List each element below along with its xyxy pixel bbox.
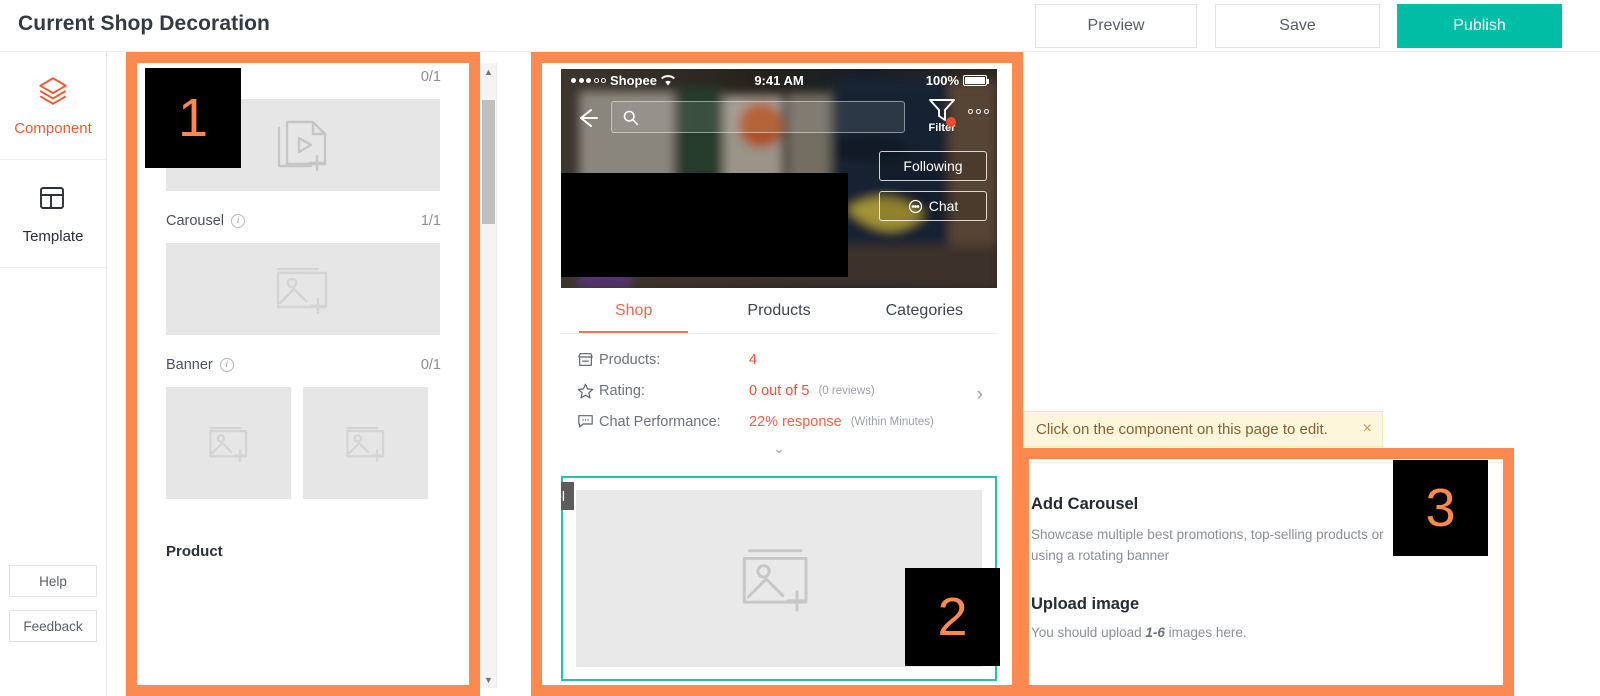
- battery-icon: [963, 74, 989, 86]
- close-icon[interactable]: ×: [1363, 421, 1372, 437]
- layout-icon: [36, 182, 70, 216]
- tooltip-text: Click on the component on this page to e…: [1036, 420, 1328, 438]
- shop-hero: Shopee 9:41 AM 100% Filter Following Cha…: [561, 69, 997, 288]
- rail-item-template[interactable]: Template: [0, 160, 106, 268]
- component-panel-scrollbar[interactable]: ▲ ▼: [478, 63, 497, 688]
- filter-badge: [946, 117, 956, 127]
- stat-label: Chat Performance:: [599, 413, 721, 430]
- info-icon[interactable]: i: [219, 358, 234, 372]
- stat-label: Rating:: [599, 382, 645, 399]
- rail-item-component[interactable]: Component: [0, 52, 106, 160]
- scrollbar-thumb[interactable]: [482, 100, 495, 224]
- component-section-count: 1/1: [420, 213, 441, 229]
- shop-decoration-app: Current Shop Decoration Preview Save Pub…: [0, 0, 1600, 696]
- upload-hint-prefix: You should upload: [1031, 624, 1146, 640]
- star-icon: [577, 383, 599, 399]
- top-bar: Current Shop Decoration Preview Save Pub…: [0, 0, 1600, 52]
- upload-hint-suffix: images here.: [1164, 624, 1247, 640]
- chat-button[interactable]: Chat: [879, 191, 987, 221]
- add-video-icon: [277, 120, 327, 172]
- page-title: Current Shop Decoration: [18, 12, 270, 35]
- chat-icon: [908, 199, 922, 213]
- search-input[interactable]: [611, 101, 905, 133]
- tab-products[interactable]: Products: [706, 288, 851, 333]
- component-section-name: Banner i: [166, 357, 234, 373]
- shop-stats: Products: 4 Rating: 0 out of 5 (0 review…: [561, 334, 997, 468]
- save-button[interactable]: Save: [1215, 4, 1380, 48]
- selected-component-tag: Carousel: [561, 482, 575, 510]
- shop-tabs: Shop Products Categories: [561, 288, 997, 334]
- component-section-count: 0/1: [420, 69, 441, 85]
- rail-item-label: Component: [14, 120, 92, 137]
- component-section-count: 0/1: [420, 357, 441, 373]
- info-icon[interactable]: i: [231, 214, 246, 228]
- stats-expand-icon[interactable]: ⌄: [561, 437, 997, 464]
- component-section-header: Product: [139, 537, 467, 565]
- banner-placeholder-left[interactable]: [166, 387, 291, 499]
- stat-value: 0 out of 5: [749, 382, 810, 399]
- upload-hint: You should upload 1-6 images here.: [1031, 625, 1512, 640]
- add-image-icon: [345, 427, 384, 462]
- layers-icon: [36, 74, 70, 108]
- settings-description: Showcase multiple best promotions, top-s…: [1031, 527, 1384, 563]
- annotation-badge-3: 3: [1393, 460, 1488, 556]
- tab-shop[interactable]: Shop: [561, 288, 706, 333]
- component-section-name: Product: [166, 542, 223, 560]
- component-section-name: Carousel i: [166, 213, 246, 229]
- stat-value: 4: [749, 351, 758, 368]
- following-button[interactable]: Following: [879, 151, 987, 181]
- component-section-label: Carousel: [166, 213, 225, 229]
- add-image-icon: [742, 548, 808, 611]
- stat-row: Chat Performance: 22% response (Within M…: [561, 406, 997, 437]
- store-icon: [577, 352, 599, 367]
- add-image-icon: [208, 427, 247, 462]
- back-icon[interactable]: [573, 104, 601, 132]
- stat-label: Products:: [599, 351, 661, 368]
- upload-section-title: Upload image: [1031, 594, 1140, 613]
- chat-bubble-icon: [577, 414, 599, 429]
- shop-hero-nav: Filter: [561, 95, 997, 141]
- help-button[interactable]: Help: [9, 565, 97, 597]
- chat-label: Chat: [928, 198, 959, 214]
- filter-button[interactable]: Filter: [916, 97, 968, 134]
- banner-placeholder-right[interactable]: [303, 387, 428, 499]
- tab-categories[interactable]: Categories: [852, 288, 997, 333]
- rail-item-label: Template: [22, 228, 84, 245]
- scroll-up-icon[interactable]: ▲: [479, 63, 498, 80]
- battery-percent: 100%: [925, 72, 959, 88]
- stat-note: (0 reviews): [818, 384, 875, 397]
- left-rail: Component Template Help Feedback: [0, 52, 107, 696]
- battery-status: 100%: [925, 72, 989, 88]
- edit-hint-tooltip: Click on the component on this page to e…: [1023, 411, 1383, 447]
- add-image-icon: [276, 267, 328, 315]
- annotation-badge-1: 1: [145, 68, 241, 168]
- component-section-header: Banner i 0/1: [139, 351, 467, 379]
- banner-placeholder-pair: [166, 387, 440, 499]
- more-options-icon[interactable]: [968, 109, 989, 114]
- hero-occluder: [561, 173, 848, 277]
- component-section-label: Banner: [166, 357, 213, 373]
- search-icon: [623, 110, 639, 125]
- phone-status-bar: Shopee 9:41 AM 100%: [561, 69, 997, 91]
- feedback-button[interactable]: Feedback: [9, 610, 97, 642]
- stat-row: Rating: 0 out of 5 (0 reviews): [561, 375, 997, 406]
- annotation-badge-2: 2: [905, 568, 1000, 666]
- stats-next-icon[interactable]: ›: [977, 384, 983, 406]
- publish-button[interactable]: Publish: [1397, 4, 1562, 48]
- stat-value: 22% response: [749, 413, 842, 430]
- upload-hint-range: 1-6: [1145, 624, 1165, 640]
- carousel-placeholder[interactable]: [166, 243, 440, 335]
- component-section-header: Carousel i 1/1: [139, 207, 467, 235]
- filter-label: Filter: [928, 122, 956, 134]
- shop-hero-actions: Following Chat: [879, 151, 987, 231]
- preview-button[interactable]: Preview: [1035, 4, 1197, 48]
- scroll-down-icon[interactable]: ▼: [479, 671, 498, 688]
- stat-row: Products: 4: [561, 344, 997, 375]
- following-label: Following: [903, 158, 963, 174]
- stat-note: (Within Minutes): [850, 415, 934, 428]
